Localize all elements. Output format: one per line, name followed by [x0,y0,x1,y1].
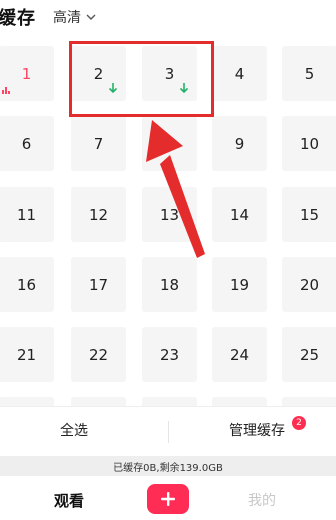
episode-cell[interactable]: 25 [282,327,336,382]
episode-number: 17 [88,275,109,294]
episode-cell[interactable]: 13 [142,187,197,242]
episode-number: 8 [164,134,175,153]
chevron-down-icon [86,14,96,20]
episode-cell[interactable]: 15 [282,187,336,242]
equalizer-bars-icon [2,87,10,94]
quality-label: 高清 [53,10,81,26]
episode-cell[interactable]: 10 [282,116,336,171]
episode-cell[interactable]: 5 [282,46,336,101]
episode-cell[interactable]: 20 [282,257,336,312]
episode-number: 7 [93,134,104,153]
header: 缓存 高清 [0,0,336,34]
episode-number: 28 [142,397,197,406]
episode-number: 12 [88,205,109,224]
episode-cell[interactable]: 21 [0,327,54,382]
episode-cell[interactable]: 30 [282,397,336,406]
action-bar: 全选 管理缓存 2 [0,406,336,456]
episode-cell[interactable]: 2 [71,46,126,101]
episode-number: 24 [229,345,250,364]
episode-number: 11 [16,205,37,224]
storage-info: 已缓存0B,剩余139.0GB [0,456,336,476]
episode-number: 13 [159,205,180,224]
episode-cell[interactable]: 29 [212,397,267,406]
tab-mine[interactable]: 我的 [248,490,276,510]
episode-grid: 1 2 3 4 5 6 7 8 9 10 11 12 13 14 15 16 17 18 19 20 21 22 23 24 2… [0,34,336,406]
episode-cell[interactable]: 17 [71,257,126,312]
episode-cell[interactable]: 24 [212,327,267,382]
manage-badge: 2 [292,416,306,430]
plus-icon [161,492,175,506]
episode-number: 23 [159,345,180,364]
episode-number: 30 [282,397,336,406]
episode-number: 26 [0,397,54,406]
episode-cell[interactable]: 11 [0,187,54,242]
episode-cell[interactable]: 26 [0,397,54,406]
episode-number: 4 [234,64,245,83]
episode-cell[interactable]: 4 [212,46,267,101]
episode-number: 16 [16,275,37,294]
tab-bar: 观看 我的 [0,476,336,520]
select-all-button[interactable]: 全选 [60,420,88,440]
episode-cell[interactable]: 23 [142,327,197,382]
tab-watch[interactable]: 观看 [54,490,84,511]
episode-number: 21 [16,345,37,364]
page-title: 缓存 [0,8,36,29]
download-arrow-icon [179,83,189,94]
episode-cell[interactable]: 7 [71,116,126,171]
episode-number: 20 [299,275,320,294]
episode-cell[interactable]: 8 [142,116,197,171]
episode-cell[interactable]: 6 [0,116,54,171]
episode-cell[interactable]: 1 [0,46,54,101]
episode-cell[interactable]: 14 [212,187,267,242]
episode-cell[interactable]: 3 [142,46,197,101]
episode-number: 10 [299,134,320,153]
episode-number: 14 [229,205,250,224]
quality-selector[interactable]: 高清 [53,7,97,27]
manage-cache-button[interactable]: 管理缓存 [229,420,285,440]
episode-cell[interactable]: 16 [0,257,54,312]
episode-number: 15 [299,205,320,224]
episode-cell[interactable]: 9 [212,116,267,171]
episode-number: 29 [212,397,267,406]
episode-number: 27 [71,397,126,406]
episode-cell[interactable]: 22 [71,327,126,382]
episode-cell[interactable]: 27 [71,397,126,406]
episode-cell[interactable]: 19 [212,257,267,312]
episode-cell[interactable]: 12 [71,187,126,242]
episode-cell[interactable]: 18 [142,257,197,312]
episode-cell[interactable]: 28 [142,397,197,406]
episode-number: 22 [88,345,109,364]
divider [168,421,169,443]
episode-number: 25 [299,345,320,364]
episode-number: 18 [159,275,180,294]
download-arrow-icon [108,83,118,94]
episode-number: 5 [304,64,315,83]
episode-number: 19 [229,275,250,294]
create-button[interactable] [147,484,189,514]
episode-number: 9 [234,134,245,153]
episode-number: 6 [21,134,32,153]
